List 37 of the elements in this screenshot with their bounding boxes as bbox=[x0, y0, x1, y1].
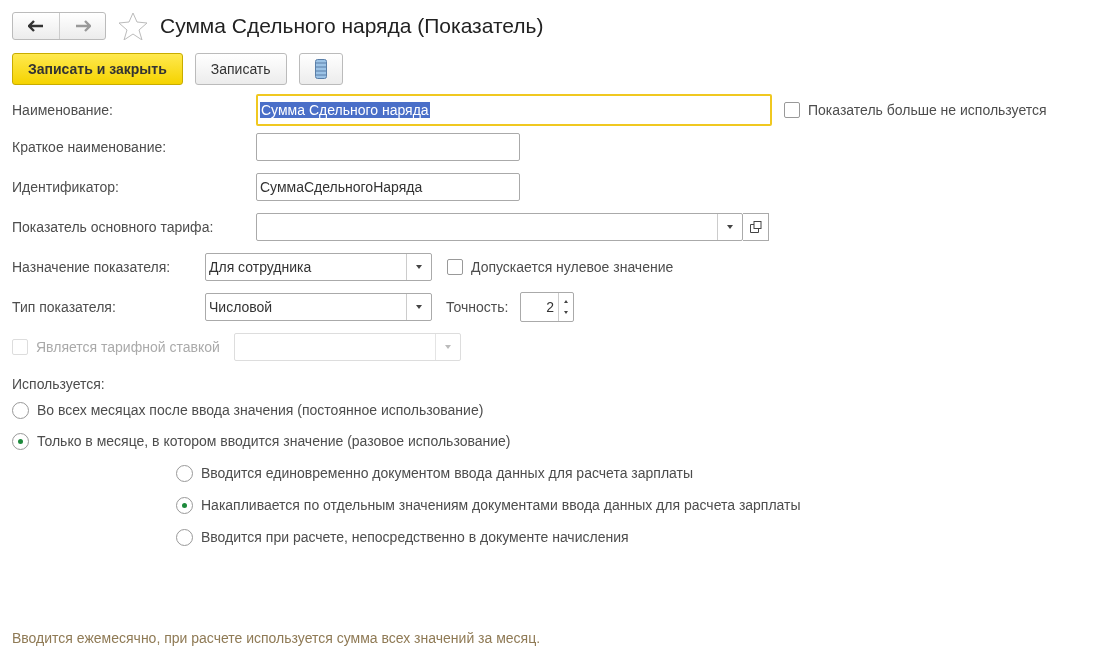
checkbox[interactable]: Допускается нулевое значение bbox=[447, 259, 674, 275]
open-window-icon bbox=[749, 221, 762, 233]
forward-arrow-icon bbox=[74, 20, 91, 32]
dropdown-icon bbox=[416, 265, 422, 269]
field-label: Показатель основного тарифа: bbox=[12, 219, 215, 235]
base-tariff-field[interactable] bbox=[256, 213, 743, 241]
dropdown-icon bbox=[727, 225, 733, 229]
field-label: Тип показателя: bbox=[12, 299, 117, 315]
more-button[interactable] bbox=[298, 53, 343, 85]
precision-spinner[interactable]: 2 bbox=[520, 292, 574, 322]
name-field[interactable]: Сумма Сдельного наряда bbox=[256, 94, 772, 126]
hint-text: Вводится ежемесячно, при расчете используется сумма всех значений за месяц. bbox=[12, 630, 542, 646]
field-label: Назначение показателя: bbox=[12, 259, 172, 275]
dropdown-icon bbox=[444, 345, 451, 349]
purpose-select[interactable]: Для сотрудника bbox=[205, 253, 432, 281]
window-title: Сумма Сдельного наряда (Показатель) bbox=[160, 14, 544, 38]
radio-option[interactable]: Вводится при расчете, непосредственно в документе начисления bbox=[176, 527, 1099, 547]
type-select[interactable]: Числовой bbox=[205, 293, 432, 321]
list-icon bbox=[314, 59, 327, 79]
open-button[interactable] bbox=[743, 213, 769, 241]
short-name-field[interactable] bbox=[256, 133, 520, 161]
field-label: Идентификатор: bbox=[12, 179, 120, 195]
save-and-close-button[interactable]: Записать и закрыть bbox=[12, 53, 183, 85]
field-label: Краткое наименование: bbox=[12, 139, 168, 155]
radio-option[interactable]: Накапливается по отдельным значениям документами ввода данных для расчета зарплаты bbox=[176, 495, 1099, 515]
star-icon[interactable] bbox=[118, 12, 148, 40]
section-label: Используется: bbox=[12, 376, 106, 392]
identifier-field[interactable]: СуммаСдельногоНаряда bbox=[256, 173, 520, 201]
radio-option[interactable]: Только в месяце, в котором вводится значение (разовое использование) bbox=[12, 431, 1099, 451]
field-label: Точность: bbox=[446, 299, 510, 315]
radio-option[interactable]: Вводится единовременно документом ввода данных для расчета зарплаты bbox=[176, 463, 1099, 483]
field-label: Наименование: bbox=[12, 102, 114, 118]
dropdown-icon bbox=[416, 305, 422, 309]
radio-option[interactable]: Во всех месяцах после ввода значения (постоянное использование) bbox=[12, 400, 1099, 420]
checkbox[interactable]: Показатель больше не используется bbox=[784, 102, 1047, 118]
back-arrow-icon bbox=[28, 20, 44, 32]
save-button[interactable]: Записать bbox=[194, 53, 287, 85]
